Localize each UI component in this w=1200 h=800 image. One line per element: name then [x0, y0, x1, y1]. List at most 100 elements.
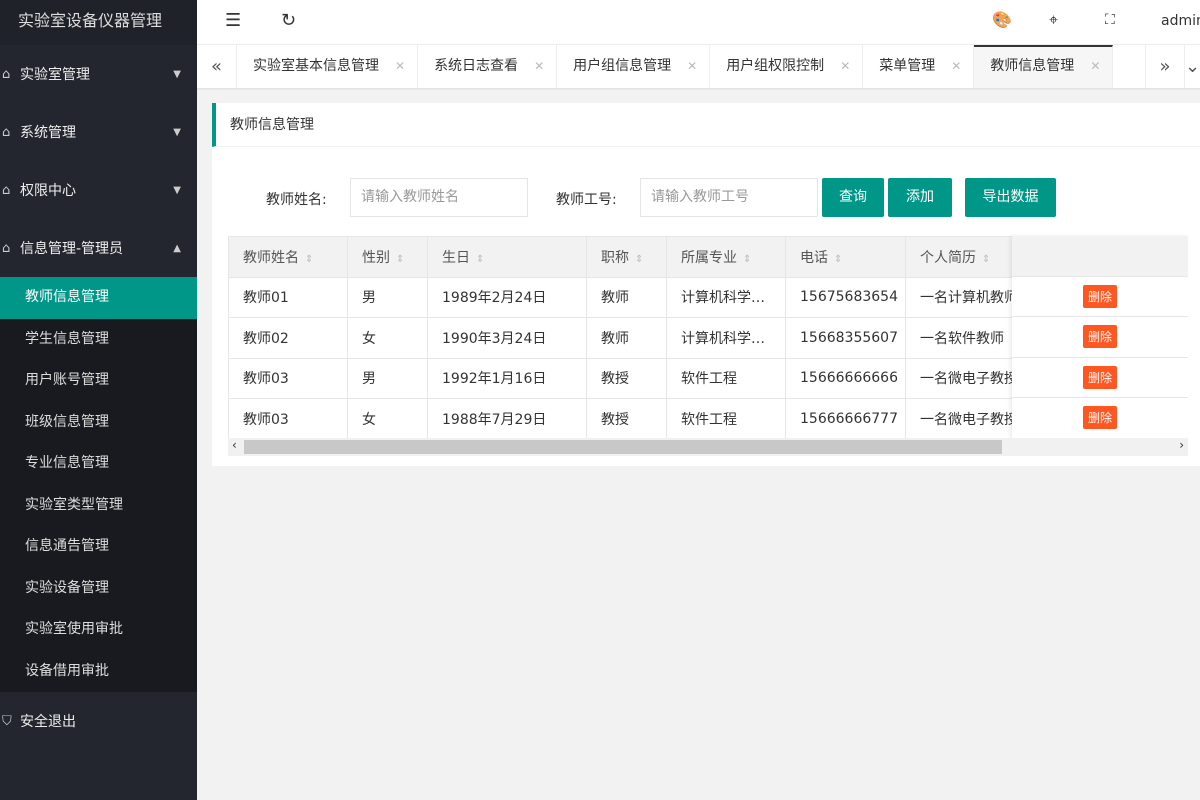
table-cell: 软件工程 [667, 399, 786, 440]
refresh-icon[interactable]: ↻ [281, 10, 296, 31]
sort-icon: ⇕ [476, 254, 484, 265]
sidebar-item-major[interactable]: 专业信息管理 [0, 443, 197, 485]
table-cell: 1988年7月29日 [428, 399, 587, 440]
sort-icon: ⇕ [834, 254, 842, 265]
table-cell: 女 [348, 399, 428, 440]
delete-button[interactable]: 删除 [1083, 325, 1117, 348]
table-row: 教师03男1992年1月16日教授软件工程15666666666一名微电子教授 [229, 358, 1013, 399]
home-icon: ⌂ [2, 241, 20, 256]
sort-icon: ⇕ [635, 254, 643, 265]
sidebar-group-permission[interactable]: ⌂权限中心▼ [0, 161, 197, 219]
app-title: 实验室设备仪器管理 [0, 0, 197, 45]
tab-teacher[interactable]: 教师信息管理✕ [974, 45, 1113, 88]
tab-label: 菜单管理 [879, 58, 935, 74]
scroll-thumb[interactable] [244, 440, 1002, 454]
scroll-left-icon[interactable]: ‹ [232, 438, 237, 452]
tab-syslog[interactable]: 系统日志查看✕ [418, 45, 557, 88]
tab-bar: « 实验室基本信息管理 ✕ 系统日志查看✕ 用户组信息管理✕ 用户组权限控制 ✕ 菜… [197, 45, 1200, 88]
tab-label: 实验室基本信息管理 [253, 58, 379, 74]
table-cell: 一名计算机教师 [906, 277, 1013, 318]
sidebar-item-teacher[interactable]: 教师信息管理 [0, 277, 197, 319]
tag-icon[interactable]: ⌖ [1049, 10, 1058, 30]
table-cell: 教师01 [229, 277, 348, 318]
group-label: 系统管理 [20, 122, 76, 142]
tabs-next-icon[interactable]: » [1145, 45, 1185, 88]
tab-lab-info[interactable]: 实验室基本信息管理 ✕ [237, 45, 418, 88]
close-icon[interactable]: ✕ [395, 59, 405, 73]
palette-icon[interactable]: 🎨 [992, 10, 1012, 29]
table-cell: 教授 [587, 358, 667, 399]
col-phone[interactable]: 电话⇕ [786, 237, 906, 278]
sort-icon: ⇕ [982, 254, 990, 265]
close-icon[interactable]: ✕ [534, 59, 544, 73]
scroll-right-icon[interactable]: › [1179, 438, 1184, 452]
close-icon[interactable]: ✕ [951, 59, 961, 73]
col-birthday[interactable]: 生日⇕ [428, 237, 587, 278]
query-button[interactable]: 查询 [822, 178, 884, 217]
col-major[interactable]: 所属专业⇕ [667, 237, 786, 278]
sort-icon: ⇕ [305, 254, 313, 265]
menu-collapse-icon[interactable]: ☰ [225, 10, 241, 31]
teacher-id-input[interactable]: 请输入教师工号 [640, 178, 818, 217]
group-label: 权限中心 [20, 180, 76, 200]
close-icon[interactable]: ✕ [687, 59, 697, 73]
add-button[interactable]: 添加 [888, 178, 952, 217]
sidebar-item-borrow-approval[interactable]: 设备借用审批 [0, 651, 197, 693]
group-label: 信息管理-管理员 [20, 238, 123, 258]
table-cell: 一名微电子教授 [906, 399, 1013, 440]
logout[interactable]: ⛉安全退出 [0, 692, 197, 750]
caret-down-icon: ▼ [173, 185, 181, 196]
delete-button[interactable]: 删除 [1083, 285, 1117, 308]
col-title[interactable]: 职称⇕ [587, 237, 667, 278]
action-cell: 删除 [1012, 277, 1188, 318]
close-icon[interactable]: ✕ [840, 59, 850, 73]
actions-column: 删除 删除 删除 删除 [1012, 236, 1188, 439]
sidebar-item-class[interactable]: 班级信息管理 [0, 402, 197, 444]
sidebar-item-student[interactable]: 学生信息管理 [0, 319, 197, 361]
table-cell: 15666666777 [786, 399, 906, 440]
delete-button[interactable]: 删除 [1083, 406, 1117, 429]
sidebar-item-notice[interactable]: 信息通告管理 [0, 526, 197, 568]
table-cell: 1992年1月16日 [428, 358, 587, 399]
user-menu[interactable]: admin [1161, 13, 1200, 29]
col-resume[interactable]: 个人简历⇕ [906, 237, 1013, 278]
close-icon[interactable]: ✕ [1090, 59, 1100, 73]
sidebar-item-lab-type[interactable]: 实验室类型管理 [0, 485, 197, 527]
shield-icon: ⛉ [2, 714, 20, 729]
sidebar-item-equipment[interactable]: 实验设备管理 [0, 568, 197, 610]
tab-group-permission[interactable]: 用户组权限控制 ✕ [710, 45, 863, 88]
sidebar-group-lab[interactable]: ⌂实验室管理▼ [0, 45, 197, 103]
tabs-prev-icon[interactable]: « [197, 45, 237, 88]
caret-up-icon: ▲ [173, 243, 181, 254]
table-row: 教师02女1990年3月24日教师计算机科学…15668355607一名软件教师 [229, 318, 1013, 359]
chevron-down-icon[interactable]: ⌄ [1185, 45, 1200, 88]
table-cell: 1989年2月24日 [428, 277, 587, 318]
sidebar-item-account[interactable]: 用户账号管理 [0, 360, 197, 402]
delete-button[interactable]: 删除 [1083, 366, 1117, 389]
export-button[interactable]: 导出数据 [965, 178, 1056, 217]
table-cell: 教师 [587, 318, 667, 359]
tab-usergroup[interactable]: 用户组信息管理✕ [557, 45, 710, 88]
table-header: 教师姓名⇕ 性别⇕ 生日⇕ 职称⇕ 所属专业⇕ 电话⇕ 个人简历⇕ [229, 237, 1013, 278]
col-name[interactable]: 教师姓名⇕ [229, 237, 348, 278]
header: ☰ ↻ 🎨 ⌖ ⛶ admin [197, 0, 1200, 45]
sidebar-group-system[interactable]: ⌂系统管理▼ [0, 103, 197, 161]
table-cell: 教师03 [229, 358, 348, 399]
horizontal-scrollbar[interactable]: ‹ › [228, 438, 1188, 456]
table-cell: 一名微电子教授 [906, 358, 1013, 399]
tab-label: 用户组权限控制 [726, 58, 824, 74]
teacher-name-input[interactable]: 请输入教师姓名 [350, 178, 528, 217]
tab-menu[interactable]: 菜单管理 ✕ [863, 45, 974, 88]
table-cell: 15668355607 [786, 318, 906, 359]
sidebar-item-lab-approval[interactable]: 实验室使用审批 [0, 609, 197, 651]
sidebar: 实验室设备仪器管理 ⌂实验室管理▼ ⌂系统管理▼ ⌂ 权限中心 ▼ ⌂信息管理-管理… [0, 0, 197, 800]
table-cell: 15675683654 [786, 277, 906, 318]
table-cell: 教师03 [229, 399, 348, 440]
col-gender[interactable]: 性别⇕ [348, 237, 428, 278]
fullscreen-icon[interactable]: ⛶ [1105, 12, 1115, 28]
action-cell: 删除 [1012, 398, 1188, 439]
table-row: 教师03女1988年7月29日教授软件工程15666666777一名微电子教授 [229, 399, 1013, 440]
name-label: 教师姓名: [266, 189, 327, 209]
sidebar-group-info[interactable]: ⌂信息管理-管理员 ▲ [0, 219, 197, 277]
caret-down-icon: ▼ [173, 69, 181, 80]
